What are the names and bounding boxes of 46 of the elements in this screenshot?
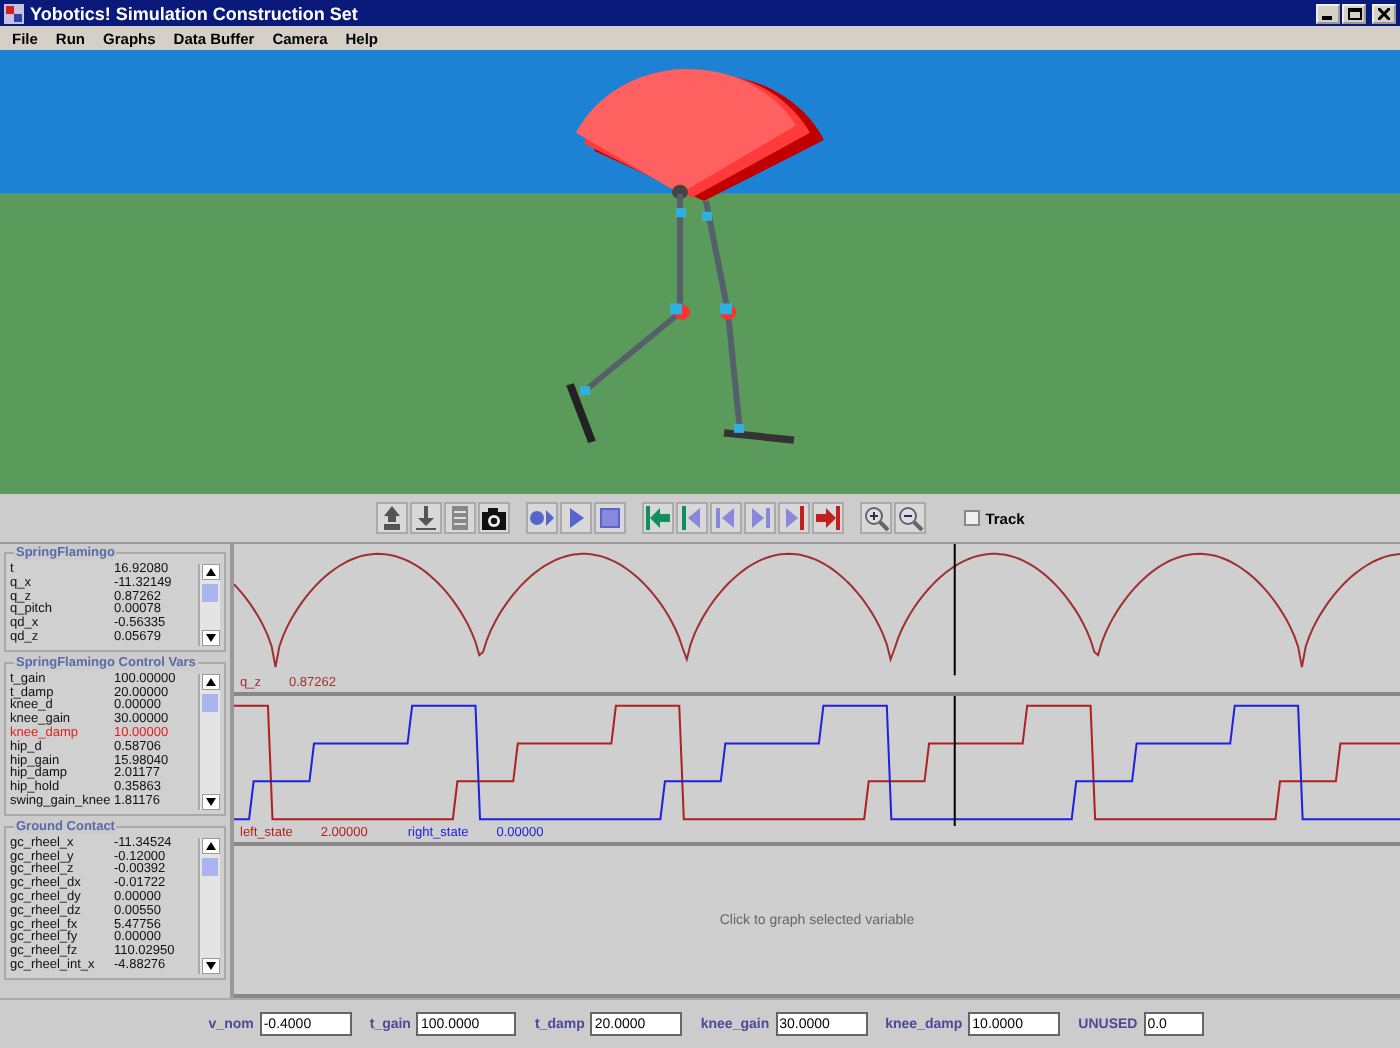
step-back-icon (711, 504, 740, 532)
go-to-end-button[interactable] (811, 502, 844, 534)
record-play-icon (527, 504, 556, 532)
scroll-up-icon (201, 564, 219, 580)
minimize-button[interactable] (1316, 3, 1340, 23)
upload-button[interactable] (375, 502, 408, 534)
scroll-thumb[interactable] (202, 584, 218, 602)
step-back-button[interactable] (675, 502, 708, 534)
maximize-button[interactable] (1342, 3, 1366, 23)
close-icon (1378, 7, 1390, 19)
scroll-down-icon (201, 793, 219, 810)
camera-icon (479, 504, 508, 532)
step-back-icon (677, 504, 706, 532)
scroll-up-icon (201, 837, 219, 854)
record-play-button[interactable] (525, 502, 558, 534)
go-to-end-icon (813, 504, 842, 532)
stop-button[interactable] (593, 502, 626, 534)
checkbox-box[interactable] (963, 510, 980, 526)
scroll-down-icon (201, 629, 219, 646)
go-to-start-button[interactable] (641, 502, 674, 534)
scrollbar[interactable] (198, 564, 220, 646)
scroll-thumb[interactable] (202, 857, 218, 876)
close-button[interactable] (1372, 3, 1396, 23)
step-forward-button[interactable] (777, 502, 810, 534)
zoom-out-button[interactable] (893, 502, 926, 534)
cursor-line (953, 695, 956, 827)
cursor-line (953, 544, 956, 676)
scroll-down-icon (201, 957, 219, 974)
step-forward-button[interactable] (743, 502, 776, 534)
app-icon (4, 3, 24, 23)
play-button[interactable] (559, 502, 592, 534)
camera-button[interactable] (477, 502, 510, 534)
scroll-thumb[interactable] (202, 693, 218, 712)
go-to-start-icon (643, 504, 672, 532)
scrollbar[interactable] (198, 673, 220, 810)
download-icon (411, 504, 440, 532)
scrollbar[interactable] (198, 837, 220, 974)
download-button[interactable] (409, 502, 442, 534)
stop-icon (595, 504, 624, 532)
window-title: Yobotics! Simulation Construction Set (30, 3, 360, 23)
zoom-out-icon (895, 504, 924, 532)
maximize-icon (1347, 7, 1361, 19)
zoom-in-icon (861, 504, 890, 532)
zoom-in-button[interactable] (859, 502, 892, 534)
scroll-up-icon (201, 673, 219, 690)
step-back-button[interactable] (709, 502, 742, 534)
